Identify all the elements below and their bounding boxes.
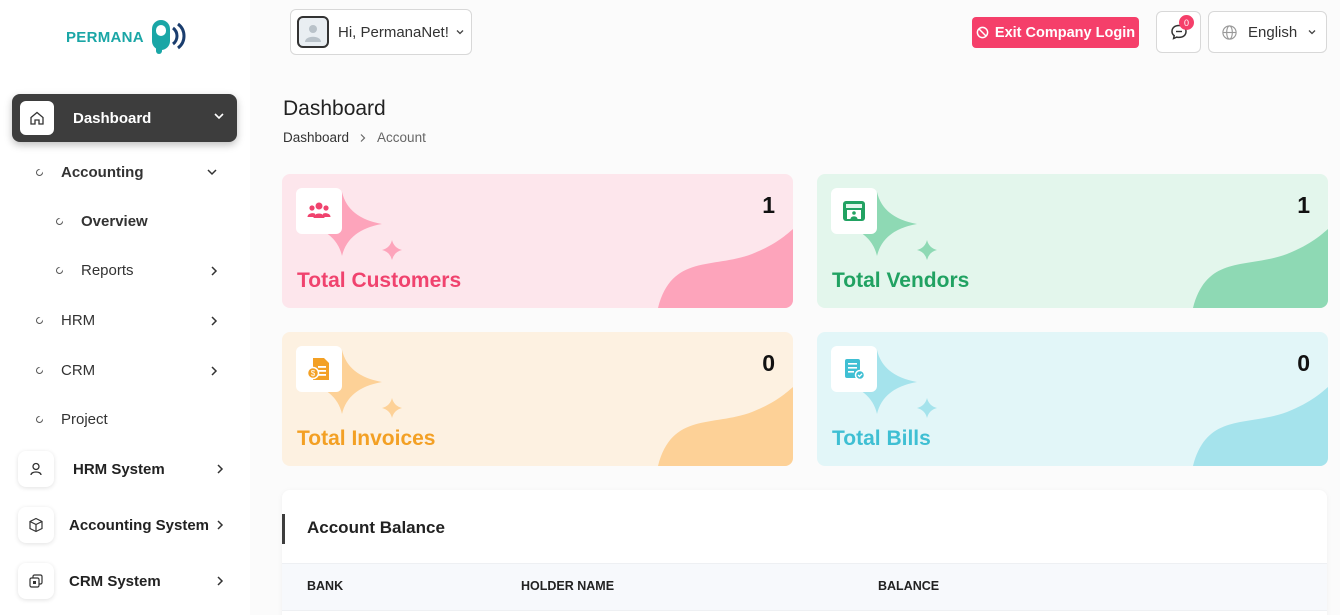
stat-label: Total Customers — [297, 269, 462, 292]
bill-icon — [831, 346, 877, 392]
stat-value: 0 — [762, 350, 775, 376]
svg-text:$: $ — [311, 369, 316, 378]
page-title: Dashboard — [283, 97, 386, 120]
stat-label: Total Bills — [832, 427, 931, 450]
stat-value: 1 — [1297, 192, 1310, 218]
messages-badge: 0 — [1179, 15, 1194, 30]
messages-button[interactable] — [1156, 11, 1201, 53]
sidebar-item-label: HRM System — [73, 460, 165, 478]
stat-value: 0 — [1297, 350, 1310, 376]
invoice-icon: $ — [296, 346, 342, 392]
user-icon — [18, 451, 54, 487]
stat-card-total-bills[interactable]: 0 Total Bills — [817, 332, 1328, 466]
bullet-icon — [56, 217, 63, 225]
stat-value: 1 — [762, 192, 775, 218]
sidebar-item-label: Project — [61, 410, 108, 428]
globe-icon — [1222, 24, 1237, 40]
users-icon — [296, 188, 342, 234]
chevron-down-icon — [1308, 30, 1316, 35]
logo-text: PERMANA — [66, 28, 144, 46]
ban-icon — [976, 26, 989, 39]
bullet-icon — [36, 415, 43, 423]
layers-icon — [18, 563, 54, 599]
box-icon — [18, 507, 54, 543]
section-accent-bar — [282, 514, 285, 544]
chevron-right-icon — [211, 316, 218, 326]
stat-card-total-customers[interactable]: 1 Total Customers — [282, 174, 793, 308]
breadcrumb-current: Account — [377, 130, 426, 145]
breadcrumb-link-dashboard[interactable]: Dashboard — [283, 130, 349, 145]
sidebar-item-label: Overview — [81, 212, 148, 230]
sidebar-item-label: HRM — [61, 311, 96, 329]
store-icon — [831, 188, 877, 234]
exit-button-label: Exit Company Login — [994, 24, 1136, 41]
column-header-bank: BANK — [307, 579, 344, 593]
sidebar-item-dashboard[interactable]: Dashboard — [12, 94, 237, 142]
sidebar-item-project[interactable]: Project — [36, 409, 226, 429]
chevron-right-icon — [217, 464, 224, 474]
sidebar-item-crm-system[interactable]: CRM System — [18, 563, 233, 599]
sidebar-item-label: Reports — [81, 261, 134, 279]
chevron-down-icon — [214, 113, 224, 120]
sidebar-item-label: CRM System — [69, 572, 161, 590]
chevron-down-icon — [456, 30, 464, 35]
sidebar-item-accounting[interactable]: Accounting — [36, 162, 226, 182]
brand-logo[interactable]: PERMANA — [66, 16, 188, 58]
sidebar-item-hrm-system[interactable]: HRM System — [18, 451, 233, 487]
chevron-right-icon — [217, 576, 224, 586]
bullet-icon — [56, 266, 63, 274]
sidebar-item-accounting-system[interactable]: Accounting System — [18, 507, 233, 543]
logo-mark-icon — [151, 20, 186, 54]
sidebar-item-crm[interactable]: CRM — [36, 360, 226, 380]
user-greeting: Hi, PermanaNet! — [338, 23, 449, 41]
chevron-right-icon — [360, 133, 366, 142]
stat-card-total-invoices[interactable]: $ 0 Total Invoices — [282, 332, 793, 466]
column-header-balance: BALANCE — [878, 579, 940, 593]
chevron-right-icon — [211, 366, 218, 376]
sidebar-item-label: Accounting — [61, 163, 144, 181]
avatar — [297, 16, 329, 48]
sidebar: PERMANA Dashboard Accounting Overview Re… — [0, 0, 250, 615]
sidebar-item-label: Accounting System — [69, 516, 210, 534]
breadcrumb: Dashboard Account — [283, 130, 426, 145]
column-header-holder-name: HOLDER NAME — [521, 579, 615, 593]
user-menu-button[interactable]: Hi, PermanaNet! — [290, 9, 472, 55]
sidebar-item-reports[interactable]: Reports — [56, 260, 226, 280]
chevron-down-icon — [207, 169, 217, 176]
sidebar-item-hrm[interactable]: HRM — [36, 310, 226, 330]
stat-label: Total Vendors — [832, 269, 970, 292]
bullet-icon — [36, 366, 43, 374]
section-title: Account Balance — [307, 518, 445, 537]
stat-label: Total Invoices — [297, 427, 436, 450]
language-selector[interactable]: English — [1208, 11, 1327, 53]
sidebar-item-label: CRM — [61, 361, 96, 379]
account-balance-panel: Account Balance BANK HOLDER NAME BALANCE — [282, 490, 1327, 615]
stat-card-total-vendors[interactable]: 1 Total Vendors — [817, 174, 1328, 308]
bullet-icon — [36, 168, 43, 176]
sidebar-item-overview[interactable]: Overview — [56, 211, 226, 231]
home-icon — [20, 101, 54, 135]
exit-company-login-button[interactable]: Exit Company Login — [972, 17, 1139, 48]
language-label: English — [1248, 23, 1298, 41]
table-header — [282, 563, 1327, 611]
chevron-right-icon — [211, 266, 218, 276]
bullet-icon — [36, 316, 43, 324]
sidebar-item-label: Dashboard — [73, 109, 152, 127]
chevron-right-icon — [217, 520, 224, 530]
